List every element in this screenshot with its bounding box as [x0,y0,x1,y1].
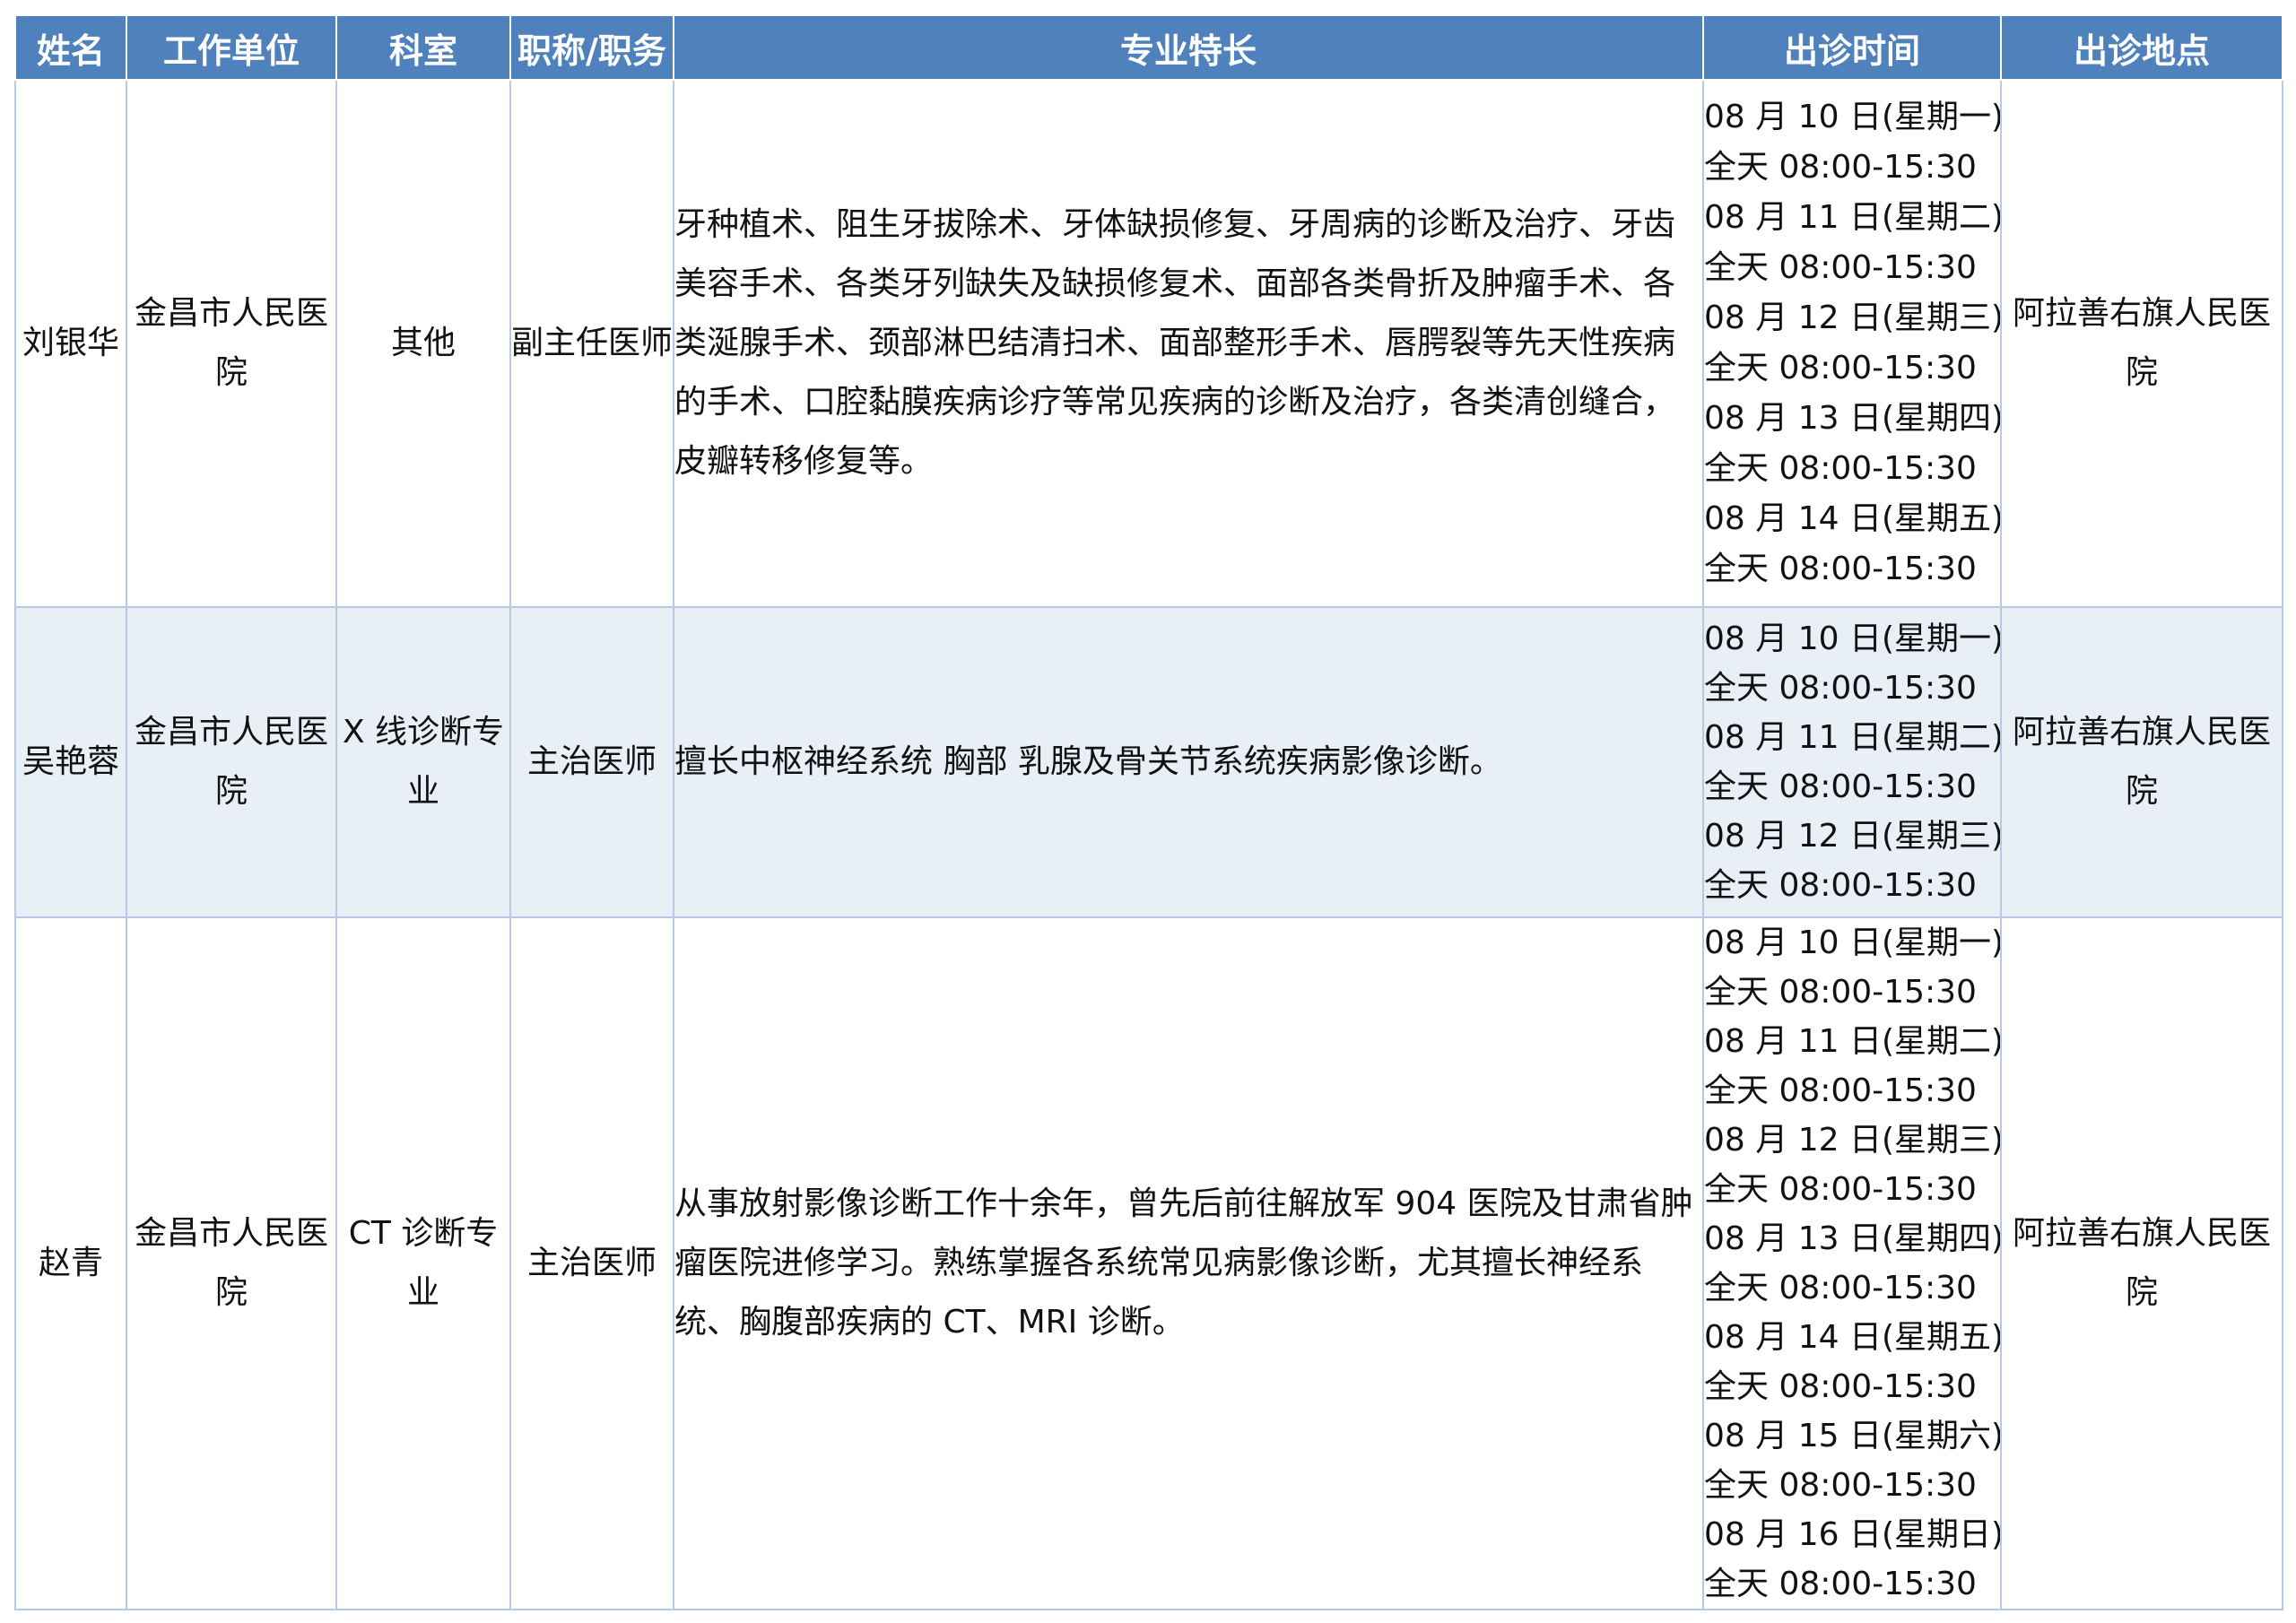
schedule: 08 月 10 日(星期一) 全天 08:00-15:30 08 月 11 日(… [1702,606,2002,918]
schedule-hours: 全天 08:00-15:30 [1704,450,1977,487]
schedule-date: 08 月 14 日(星期五) [1704,500,2001,537]
location: 阿拉善右旗人民医院 [2000,79,2283,608]
schedule-hours: 全天 08:00-15:30 [1704,670,1977,707]
specialty: 牙种植术、阻生牙拔除术、牙体缺损修复、牙周病的诊断及治疗、牙齿美容手术、各类牙列… [673,79,1704,608]
schedule-date: 08 月 12 日(星期三) [1704,818,2001,855]
schedule-date: 08 月 13 日(星期四) [1704,400,2001,437]
schedule-hours: 全天 08:00-15:30 [1704,1171,1977,1208]
schedule-hours: 全天 08:00-15:30 [1704,768,1977,805]
table-row: 刘银华 金昌市人民医院 其他 副主任医师 牙种植术、阻生牙拔除术、牙体缺损修复、… [14,79,2283,608]
schedule-hours: 全天 08:00-15:30 [1704,350,1977,386]
doctor-schedule-table: 姓名 工作单位 科室 职称/职务 专业特长 出诊时间 出诊地点 刘银华 金昌市人… [14,14,2283,1610]
job-title: 主治医师 [509,606,674,918]
schedule: 08 月 10 日(星期一) 全天 08:00-15:30 08 月 11 日(… [1702,79,2002,608]
table-row: 赵青 金昌市人民医院 CT 诊断专业 主治医师 从事放射影像诊断工作十余年，曾先… [14,916,2283,1610]
table-row: 吴艳蓉 金昌市人民医院 X 线诊断专业 主治医师 擅长中枢神经系统 胸部 乳腺及… [14,606,2283,918]
schedule-date: 08 月 10 日(星期一) [1704,924,2001,961]
schedule-hours: 全天 08:00-15:30 [1704,551,1977,587]
schedule-hours: 全天 08:00-15:30 [1704,1566,1977,1602]
department: CT 诊断专业 [335,916,511,1610]
schedule-hours: 全天 08:00-15:30 [1704,1270,1977,1306]
schedule-hours: 全天 08:00-15:30 [1704,1072,1977,1109]
job-title: 主治医师 [509,916,674,1610]
schedule-hours: 全天 08:00-15:30 [1704,149,1977,186]
schedule-hours: 全天 08:00-15:30 [1704,1368,1977,1405]
schedule-date: 08 月 12 日(星期三) [1704,1122,2001,1159]
header-row: 姓名 工作单位 科室 职称/职务 专业特长 出诊时间 出诊地点 [14,14,2283,81]
schedule-date: 08 月 13 日(星期四) [1704,1220,2001,1257]
work-unit: 金昌市人民医院 [126,79,337,608]
schedule-hours: 全天 08:00-15:30 [1704,867,1977,904]
schedule-date: 08 月 12 日(星期三) [1704,299,2001,336]
schedule-date: 08 月 15 日(星期六) [1704,1418,2001,1454]
schedule-date: 08 月 11 日(星期二) [1704,719,2001,756]
header-unit: 工作单位 [126,14,337,81]
schedule-date: 08 月 14 日(星期五) [1704,1319,2001,1356]
schedule-date: 08 月 11 日(星期二) [1704,1023,2001,1060]
header-time: 出诊时间 [1702,14,2002,81]
department: 其他 [335,79,511,608]
work-unit: 金昌市人民医院 [126,606,337,918]
specialty: 从事放射影像诊断工作十余年，曾先后前往解放军 904 医院及甘肃省肿瘤医院进修学… [673,916,1704,1610]
header-name: 姓名 [14,14,127,81]
work-unit: 金昌市人民医院 [126,916,337,1610]
location: 阿拉善右旗人民医院 [2000,606,2283,918]
schedule-hours: 全天 08:00-15:30 [1704,1467,1977,1504]
department: X 线诊断专业 [335,606,511,918]
schedule-date: 08 月 16 日(星期日) [1704,1516,2001,1553]
location: 阿拉善右旗人民医院 [2000,916,2283,1610]
schedule-date: 08 月 10 日(星期一) [1704,621,2001,657]
doctor-name: 赵青 [14,916,127,1610]
schedule-date: 08 月 11 日(星期二) [1704,199,2001,236]
header-location: 出诊地点 [2000,14,2283,81]
header-specialty: 专业特长 [673,14,1704,81]
specialty: 擅长中枢神经系统 胸部 乳腺及骨关节系统疾病影像诊断。 [673,606,1704,918]
schedule: 08 月 10 日(星期一) 全天 08:00-15:30 08 月 11 日(… [1702,916,2002,1610]
doctor-name: 刘银华 [14,79,127,608]
schedule-hours: 全天 08:00-15:30 [1704,249,1977,286]
header-title: 职称/职务 [509,14,674,81]
schedule-hours: 全天 08:00-15:30 [1704,974,1977,1011]
schedule-date: 08 月 10 日(星期一) [1704,99,2001,135]
header-dept: 科室 [335,14,511,81]
job-title: 副主任医师 [509,79,674,608]
doctor-name: 吴艳蓉 [14,606,127,918]
